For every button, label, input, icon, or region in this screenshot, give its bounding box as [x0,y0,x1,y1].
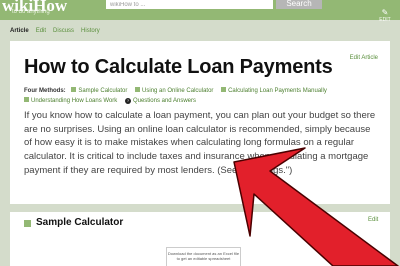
logo-tagline: to do anything [12,9,50,15]
intro-paragraph: If you know how to calculate a loan paym… [24,110,376,176]
article-title: How to Calculate Loan Payments [24,56,333,78]
tab-discuss[interactable]: Discuss [53,26,74,36]
tab-history[interactable]: History [81,26,100,36]
method-label: Questions and Answers [132,98,196,104]
question-icon: ? [124,98,131,104]
edit-page-button[interactable]: ✎ EDIT [374,9,396,23]
bullet-square-icon [24,97,29,102]
tab-article[interactable]: Article [10,26,29,36]
edit-article-link[interactable]: Edit Article [350,55,378,61]
tab-edit[interactable]: Edit [36,26,46,36]
calculator-thumbnail[interactable]: Download the document as an Excel file t… [166,247,241,266]
search-input[interactable] [106,0,273,9]
search-button[interactable]: Search [276,0,322,9]
bullet-square-icon [71,87,77,92]
method-link-manual[interactable]: Calculating Loan Payments Manually [221,87,327,94]
section-square-icon [24,220,31,227]
edit-section-link[interactable]: Edit [368,217,378,223]
methods-label: Four Methods: [24,88,66,94]
bullet-square-icon [221,87,227,92]
methods-list: Four Methods: Sample Calculator Using an… [24,86,374,106]
method-link-questions[interactable]: ? Questions and Answers [124,98,196,104]
method-label: Calculating Loan Payments Manually [228,88,327,94]
method-label: Using an Online Calculator [142,88,214,94]
method-label: Understanding How Loans Work [31,98,118,104]
sample-calculator-section: Sample Calculator Edit Download the docu… [10,212,390,266]
method-link-how-loans-work[interactable]: Understanding How Loans Work [24,97,118,104]
header-bar: wikiHow to do anything Search [0,0,400,20]
article-tabs: Article Edit Discuss History [10,26,100,36]
article-card: Edit Article How to Calculate Loan Payme… [10,41,390,204]
section-title: Sample Calculator [36,217,124,228]
method-label: Sample Calculator [78,88,128,94]
bullet-square-icon [135,87,141,92]
method-link-online-calculator[interactable]: Using an Online Calculator [135,87,214,94]
pencil-icon: ✎ [381,8,389,17]
edit-label: EDIT [379,17,391,23]
method-link-sample-calculator[interactable]: Sample Calculator [71,87,128,94]
